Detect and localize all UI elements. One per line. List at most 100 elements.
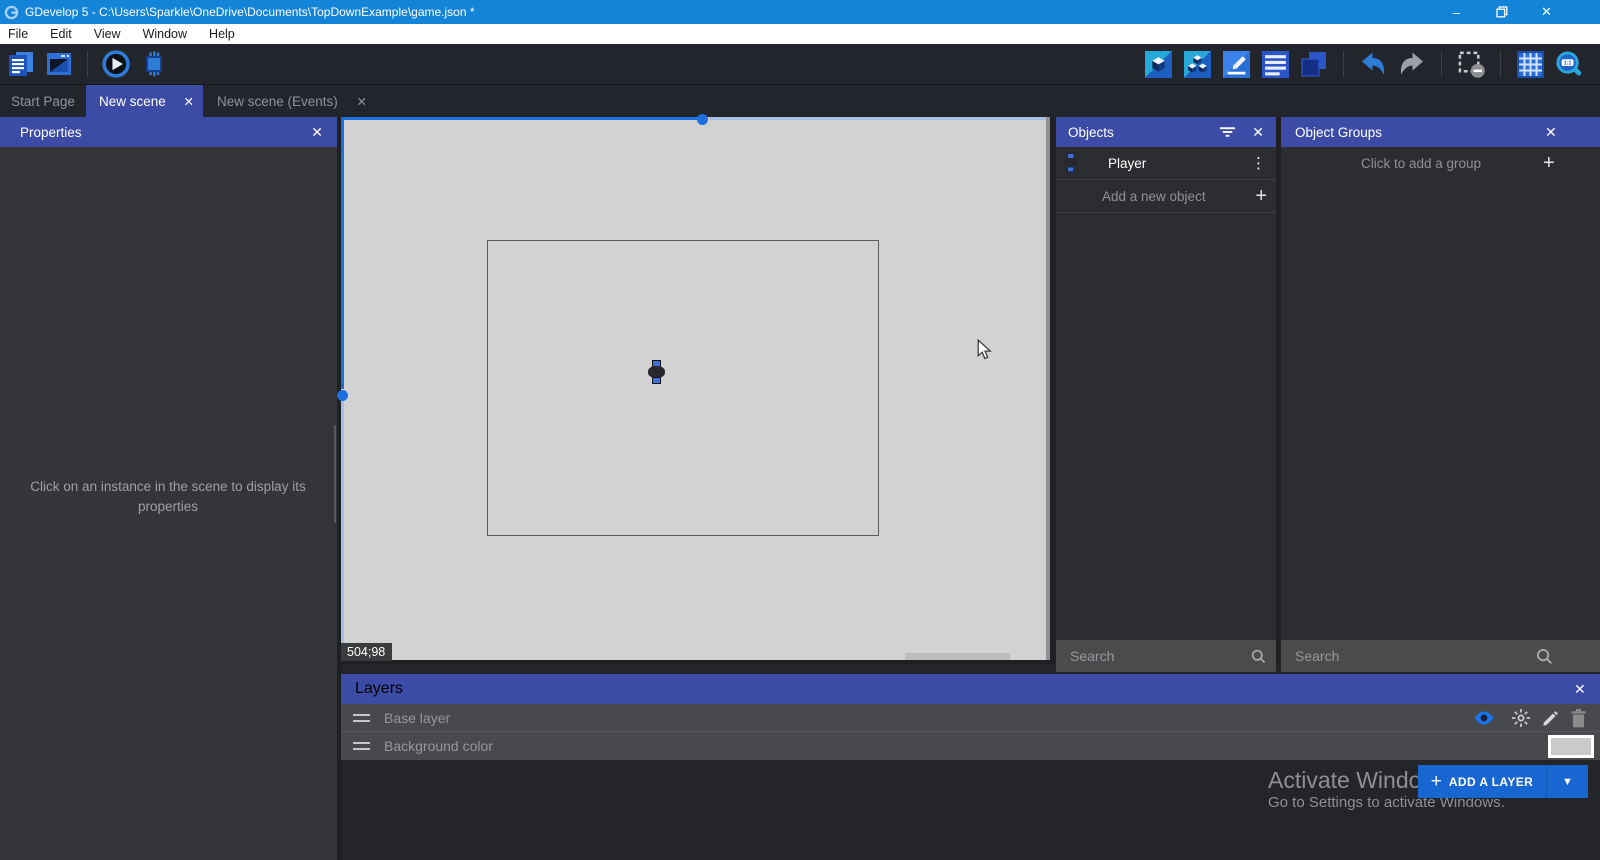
object-groups-panel-title: Object Groups [1295,125,1382,140]
toolbar-separator [87,51,88,77]
tab-label: Start Page [11,94,75,109]
menu-edit[interactable]: Edit [39,24,83,44]
menu-view[interactable]: View [83,24,132,44]
drag-handle-icon[interactable] [353,714,370,722]
undo-button[interactable] [1358,49,1388,79]
layer-row-base[interactable]: Base layer [341,704,1600,732]
layers-panel-icon [1300,50,1328,78]
properties-close-icon[interactable]: ✕ [311,125,323,139]
add-new-object-row[interactable]: Add a new object + [1056,180,1276,213]
zoom-original-button[interactable]: 1:1 [1554,49,1584,79]
plus-icon: + [1255,186,1267,206]
background-color-swatch[interactable] [1548,735,1594,758]
close-button[interactable]: ✕ [1524,0,1569,24]
toggle-object-groups-panel-button[interactable] [1182,49,1212,79]
layer-name: Background color [384,738,493,754]
layers-panel-header: Layers ✕ [341,674,1600,704]
player-sprite-feet [1067,167,1074,173]
add-group-row[interactable]: Click to add a group + [1281,147,1600,180]
scene-editor-canvas[interactable]: 504;98 [341,117,1050,660]
add-a-layer-label: ADD A LAYER [1449,775,1533,789]
restore-button[interactable] [1479,0,1524,24]
effects-sparkle-icon [1511,708,1531,728]
objects-filter-button[interactable] [1219,125,1236,144]
toolbar-separator [1500,51,1501,77]
objects-panel-icon [1145,51,1172,78]
gdevelop-window: GDevelop 5 - C:\Users\Sparkle\OneDrive\D… [0,0,1600,860]
drag-handle-icon[interactable] [353,742,370,750]
menu-window[interactable]: Window [132,24,198,44]
tab-start-page[interactable]: Start Page [0,85,86,117]
plus-icon[interactable]: + [1543,152,1555,175]
properties-scrollbar[interactable] [334,425,336,523]
project-manager-button[interactable] [6,49,36,79]
menu-file[interactable]: File [0,24,39,44]
toggle-grid-button[interactable] [1515,49,1545,79]
vertical-scroll-track-bottom[interactable] [341,401,344,660]
horizontal-scroll-track-left[interactable] [341,117,697,120]
properties-edit-icon [1223,51,1250,78]
toggle-properties-panel-button[interactable] [1221,49,1251,79]
layer-edit-button[interactable] [1539,707,1561,729]
toggle-layers-panel-button[interactable] [1299,49,1329,79]
toggle-instances-list-button[interactable] [1260,49,1290,79]
pencil-icon [1541,709,1560,728]
toolbar-separator [1441,51,1442,77]
minimize-button[interactable]: – [1434,0,1479,24]
properties-panel-header: Properties ✕ [0,117,337,147]
search-icon [1251,648,1266,665]
tab-close-icon[interactable]: ✕ [357,94,367,109]
vertical-scroll-thumb[interactable] [337,390,348,401]
tab-new-scene[interactable]: New scene ✕ [86,85,203,117]
debug-icon [140,50,168,78]
object-menu-kebab-icon[interactable]: ⋮ [1251,154,1266,172]
search-icon [1536,648,1553,665]
toolbar-separator [1343,51,1344,77]
toggle-objects-panel-button[interactable] [1143,49,1173,79]
add-a-layer-dropdown[interactable]: ▼ [1546,765,1588,798]
clear-selection-button[interactable] [1456,49,1486,79]
main-toolbar: 1:1 [0,44,1600,85]
object-name: Player [1108,156,1146,171]
tab-close-icon[interactable]: ✕ [184,94,194,109]
zoom-1-1-icon: 1:1 [1555,50,1584,79]
layer-delete-button[interactable] [1567,707,1589,729]
properties-panel-title: Properties [20,125,82,140]
canvas-bottom-scrollbar[interactable] [905,653,1010,660]
add-a-layer-main[interactable]: + ADD A LAYER [1418,765,1546,798]
horizontal-scroll-track-right[interactable] [709,117,1050,120]
menu-help[interactable]: Help [198,24,246,44]
horizontal-scroll-thumb[interactable] [697,114,708,125]
tab-new-scene-events[interactable]: New scene (Events) ✕ [204,85,376,117]
objects-search-input[interactable] [1056,648,1251,664]
layer-visibility-toggle[interactable] [1473,707,1495,729]
object-groups-close-icon[interactable]: ✕ [1545,125,1557,139]
toolbar-left-group [6,49,169,79]
player-object-thumbnail [1064,153,1075,172]
player-instance[interactable] [648,360,665,384]
layer-effects-button[interactable] [1510,707,1532,729]
window-controls: – ✕ [1434,0,1569,24]
objects-close-icon[interactable]: ✕ [1252,125,1264,139]
layer-row-background-color[interactable]: Background color [341,732,1600,760]
object-groups-panel-header: Object Groups ✕ [1281,117,1600,147]
project-manager-icon [7,50,35,78]
redo-button[interactable] [1397,49,1427,79]
object-groups-search-bar [1281,640,1600,672]
window-title: GDevelop 5 - C:\Users\Sparkle\OneDrive\D… [25,5,475,19]
toolbar-right-group: 1:1 [1143,49,1584,79]
layers-panel: Layers ✕ Base layer [341,664,1600,860]
debug-button[interactable] [139,49,169,79]
filter-icon [1219,125,1236,139]
properties-panel: Properties ✕ Click on an instance in the… [0,117,337,860]
start-page-button[interactable] [44,49,74,79]
object-list-item-player[interactable]: Player ⋮ [1056,147,1276,180]
canvas-right-scrollbar[interactable] [1046,117,1050,660]
preview-play-button[interactable] [101,49,131,79]
add-new-object-label: Add a new object [1102,189,1206,204]
add-a-layer-button[interactable]: + ADD A LAYER ▼ [1418,765,1588,798]
vertical-scroll-track-top[interactable] [341,117,344,389]
layers-close-icon[interactable]: ✕ [1574,682,1586,696]
instances-list-icon [1262,51,1289,78]
objects-search-bar [1056,640,1276,672]
